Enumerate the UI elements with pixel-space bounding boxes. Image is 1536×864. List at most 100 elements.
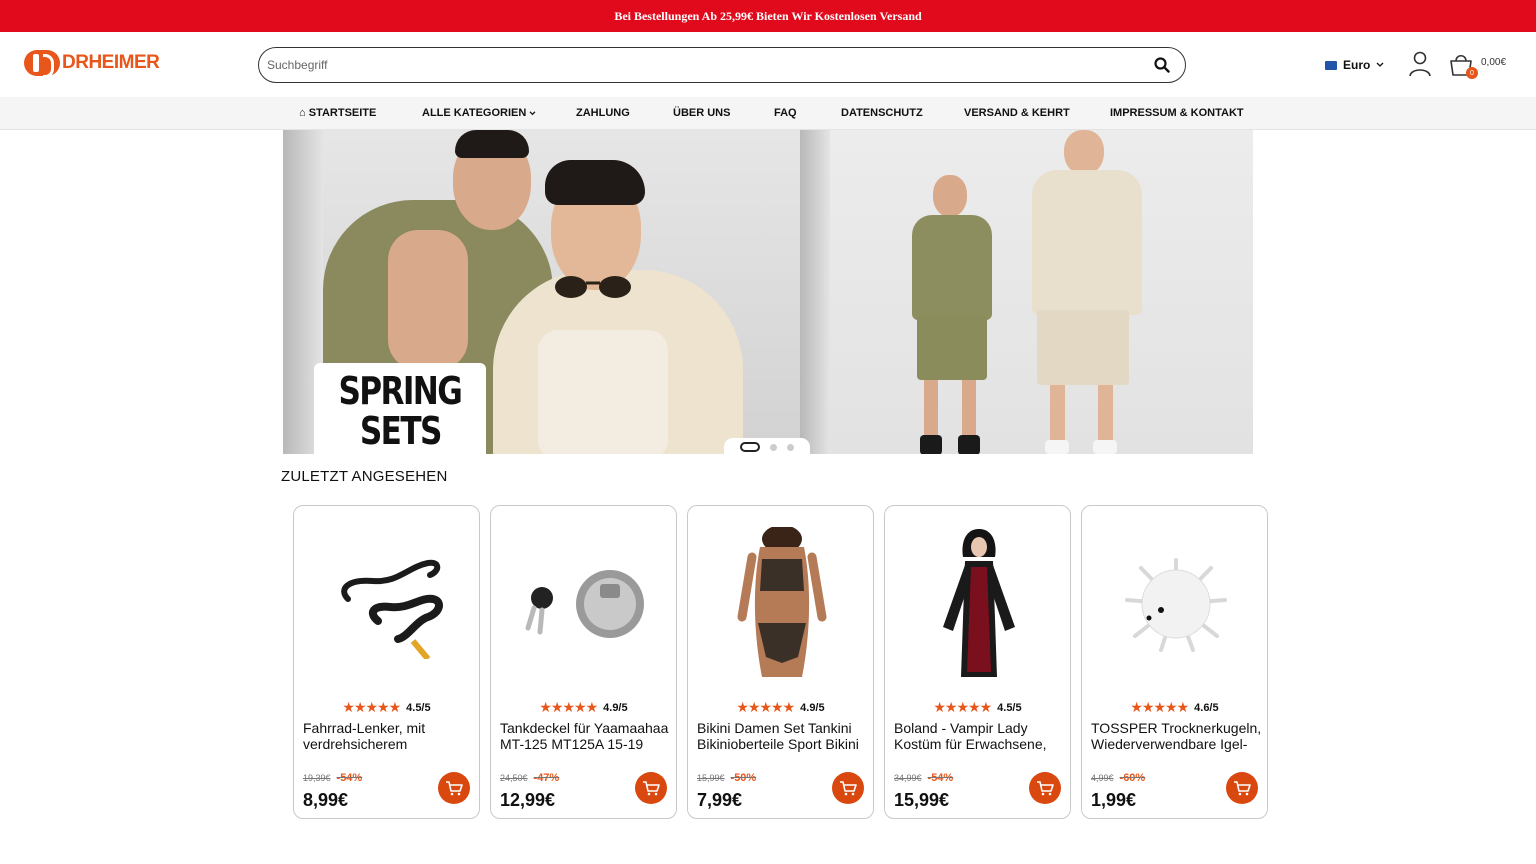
- model-head-4: [1064, 130, 1104, 175]
- model-shoe: [958, 435, 980, 454]
- hero-headline-line2: SETS: [359, 408, 443, 453]
- product-card[interactable]: ★★★★★ 4.9/5 Bikini Damen Set Tankini Bik…: [687, 505, 874, 819]
- product-card[interactable]: ★★★★★ 4.5/5 Boland - Vampir Lady Kostüm …: [884, 505, 1071, 819]
- nav-label: Über uns: [673, 107, 731, 119]
- search-bar: [258, 47, 1186, 83]
- star-rating-icon: ★★★★★: [342, 699, 401, 715]
- add-to-cart-button[interactable]: [832, 772, 864, 804]
- carousel-dot-3[interactable]: [787, 443, 794, 451]
- nav-item-privacy[interactable]: Datenschutz: [841, 107, 923, 119]
- hero-photo-right: [800, 130, 1253, 454]
- announcement-bar: Bei Bestellungen Ab 25,99€ Bieten Wir Ko…: [0, 0, 1536, 32]
- old-price: 34,99€: [894, 773, 922, 783]
- model-shirt-4: [1032, 170, 1142, 315]
- currency-label: Euro: [1343, 58, 1371, 72]
- nav-label: FAQ: [774, 107, 797, 119]
- product-rating: ★★★★★ 4.6/5: [1082, 699, 1267, 716]
- logo[interactable]: DRHEIMER: [24, 50, 160, 78]
- cart-button[interactable]: 0 0,00€: [1449, 51, 1507, 79]
- rating-value: 4.5/5: [997, 701, 1022, 714]
- model-leg: [1050, 385, 1065, 447]
- model-shorts-2: [1037, 310, 1129, 385]
- sunglasses-icon: [553, 275, 638, 300]
- hero-headline: SPRING SETS: [314, 363, 486, 454]
- carousel-dot-1[interactable]: [740, 442, 760, 452]
- nav-item-imprint[interactable]: Impressum & Kontakt: [1110, 107, 1244, 119]
- star-rating-icon: ★★★★★: [933, 699, 992, 715]
- hero-headline-line1: SPRING: [338, 368, 463, 413]
- header: DRHEIMER Euro 0 0,00€: [0, 32, 1536, 97]
- home-icon: ⌂: [299, 107, 306, 119]
- model-leg: [962, 380, 976, 442]
- search-input[interactable]: [267, 58, 1151, 72]
- nav-item-payment[interactable]: Zahlung: [576, 107, 630, 119]
- cart-icon: [643, 781, 660, 796]
- cart-icon: [446, 781, 463, 796]
- carousel-dot-2[interactable]: [770, 443, 777, 451]
- currency-selector[interactable]: Euro: [1325, 58, 1384, 72]
- nav-item-categories[interactable]: Alle Kategorien: [422, 107, 536, 119]
- old-price: 15,99€: [697, 773, 725, 783]
- discount-badge: -54%: [927, 772, 954, 784]
- model-shorts: [917, 315, 987, 380]
- product-card[interactable]: ★★★★★ 4.9/5 Tankdeckel für Yaamaahaa MT-…: [490, 505, 677, 819]
- announcement-text: Bei Bestellungen Ab 25,99€ Bieten Wir Ko…: [614, 8, 922, 23]
- carousel-dots: [724, 438, 810, 456]
- add-to-cart-button[interactable]: [1029, 772, 1061, 804]
- product-title[interactable]: Boland - Vampir Lady Kostüm für Erwachse…: [894, 720, 1066, 752]
- price-old-row: 4,99€ -60%: [1091, 772, 1145, 784]
- product-card[interactable]: ★★★★★ 4.5/5 Fahrrad-Lenker, mit verdrehs…: [293, 505, 480, 819]
- hero-banner[interactable]: SPRING SETS: [283, 130, 1253, 454]
- model-shoe: [1045, 440, 1069, 454]
- product-title[interactable]: TOSSPER Trocknerkugeln, Wiederverwendbar…: [1091, 720, 1263, 752]
- model-head-3: [933, 175, 967, 217]
- product-price: 8,99€: [303, 790, 349, 810]
- nav-label: Impressum & Kontakt: [1110, 107, 1244, 119]
- product-title[interactable]: Bikini Damen Set Tankini Bikinioberteile…: [697, 720, 869, 752]
- star-rating-icon: ★★★★★: [736, 699, 795, 715]
- model-leg: [1098, 385, 1113, 447]
- add-to-cart-button[interactable]: [438, 772, 470, 804]
- section-title-recent: ZULETZT ANGESEHEN: [281, 468, 448, 485]
- nav-item-shipping[interactable]: Versand & Kehrt: [964, 107, 1070, 119]
- nav-label: Alle Kategorien: [422, 107, 527, 119]
- price-old-row: 24,50€ -47%: [500, 772, 559, 784]
- cart-icon: [1037, 781, 1054, 796]
- product-rating: ★★★★★ 4.5/5: [294, 699, 479, 716]
- account-button[interactable]: [1408, 51, 1432, 82]
- price-old-row: 34,99€ -54%: [894, 772, 953, 784]
- search-icon: [1154, 57, 1170, 73]
- search-button[interactable]: [1151, 54, 1173, 76]
- rating-value: 4.5/5: [406, 701, 431, 714]
- product-image-fuel-cap: [511, 524, 658, 684]
- nav-item-about[interactable]: Über uns: [673, 107, 730, 119]
- product-title[interactable]: Fahrrad-Lenker, mit verdrehsicherem: [303, 720, 475, 752]
- model-hair: [455, 130, 529, 158]
- nav-label: Startseite: [308, 107, 377, 119]
- user-icon: [1409, 51, 1431, 77]
- product-image-dryer-ball: [1102, 524, 1249, 684]
- product-image-handlebar: [314, 524, 461, 684]
- cart-total: 0,00€: [1481, 56, 1507, 68]
- logo-icon: [24, 50, 60, 78]
- model-hair-2: [545, 160, 645, 205]
- rating-value: 4.6/5: [1194, 701, 1219, 714]
- nav-item-faq[interactable]: FAQ: [774, 107, 797, 119]
- product-title[interactable]: Tankdeckel für Yaamaahaa MT-125 MT125A 1…: [500, 720, 672, 752]
- product-card[interactable]: ★★★★★ 4.6/5 TOSSPER Trocknerkugeln, Wied…: [1081, 505, 1268, 819]
- price-old-row: 19,39€ -54%: [303, 772, 362, 784]
- old-price: 24,50€: [500, 773, 528, 783]
- nav-label: Datenschutz: [841, 107, 923, 119]
- nav-item-home[interactable]: ⌂ Startseite: [299, 107, 376, 119]
- product-rating: ★★★★★ 4.9/5: [491, 699, 676, 716]
- add-to-cart-button[interactable]: [635, 772, 667, 804]
- model-tshirt: [538, 330, 668, 454]
- rating-value: 4.9/5: [603, 701, 628, 714]
- add-to-cart-button[interactable]: [1226, 772, 1258, 804]
- model-shoe: [1093, 440, 1117, 454]
- product-price: 15,99€: [894, 790, 950, 810]
- logo-text: DRHEIMER: [62, 52, 160, 73]
- old-price: 4,99€: [1091, 773, 1114, 783]
- price-old-row: 15,99€ -50%: [697, 772, 756, 784]
- discount-badge: -60%: [1119, 772, 1146, 784]
